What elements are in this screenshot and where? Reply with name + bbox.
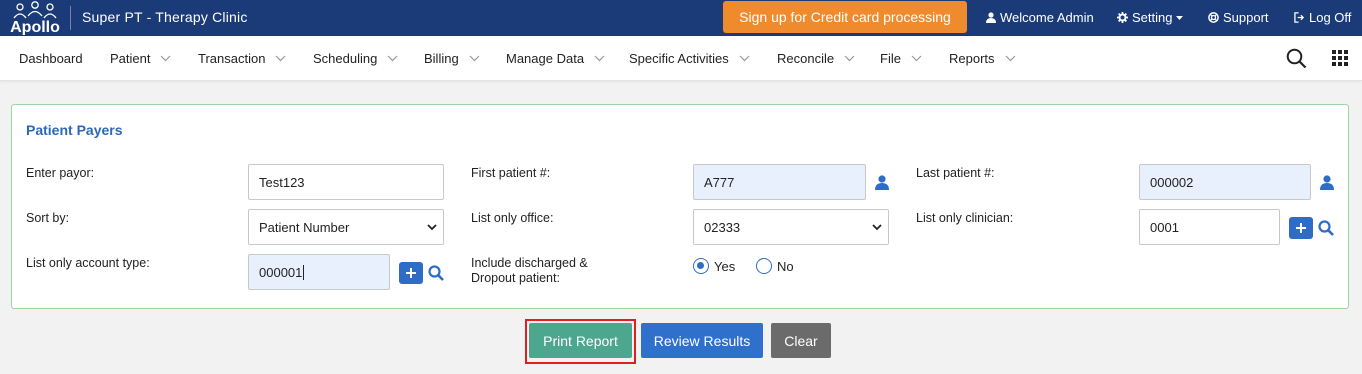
search-account-type-icon[interactable]: [428, 265, 444, 281]
support-label: Support: [1223, 10, 1269, 25]
chevron-down-icon: [161, 55, 171, 62]
enter-payor-input[interactable]: Test123: [248, 164, 444, 200]
nav-label: File: [880, 51, 901, 66]
no-label[interactable]: No: [777, 259, 794, 274]
add-clinician-button[interactable]: [1289, 217, 1313, 239]
discharged-no-radio[interactable]: [756, 258, 772, 274]
chevron-down-icon: [594, 55, 605, 62]
nav-label: Reconcile: [777, 51, 835, 66]
office-select[interactable]: 02333: [693, 209, 889, 245]
nav-label: Reports: [949, 51, 995, 66]
nav-manage-data[interactable]: Manage Data: [506, 51, 605, 66]
nav-billing[interactable]: Billing: [424, 51, 480, 66]
discharged-label: Include discharged & Dropout patient:: [471, 256, 588, 286]
office-value: 02333: [704, 219, 741, 235]
welcome-admin-menu[interactable]: Welcome Admin: [986, 10, 1094, 25]
chevron-down-icon: [1005, 55, 1015, 62]
user-icon: [986, 12, 996, 23]
log-off-link[interactable]: Log Off: [1294, 10, 1351, 25]
logo-divider: [70, 6, 71, 30]
last-patient-label: Last patient #:: [916, 166, 995, 180]
chevron-down-icon: [276, 55, 286, 62]
patient-lookup-icon[interactable]: [1320, 175, 1334, 190]
chevron-down-icon: [872, 223, 882, 230]
yes-label[interactable]: Yes: [714, 259, 735, 274]
nav-label: Transaction: [198, 51, 266, 66]
nav-specific-activities[interactable]: Specific Activities: [629, 51, 750, 66]
setting-menu[interactable]: Setting: [1117, 10, 1184, 25]
welcome-label: Welcome Admin: [1000, 10, 1094, 25]
first-patient-input[interactable]: A777: [693, 164, 866, 200]
chevron-down-icon: [427, 223, 437, 230]
nav-label: Dashboard: [19, 51, 83, 66]
sort-by-value: Patient Number: [259, 219, 350, 235]
last-patient-input[interactable]: 000002: [1139, 164, 1311, 200]
patient-lookup-icon[interactable]: [875, 175, 889, 190]
clinician-input[interactable]: 0001: [1139, 209, 1280, 245]
account-type-label: List only account type:: [26, 256, 150, 270]
add-account-type-button[interactable]: [399, 262, 423, 284]
main-navigation: Dashboard Patient Transaction Scheduling…: [0, 36, 1362, 81]
search-clinician-icon[interactable]: [1318, 220, 1334, 236]
nav-file[interactable]: File: [880, 51, 922, 66]
sort-by-label: Sort by:: [26, 211, 70, 225]
chevron-down-icon: [469, 55, 480, 62]
nav-dashboard[interactable]: Dashboard: [19, 51, 83, 66]
nav-label: Billing: [424, 51, 459, 66]
office-label: List only office:: [471, 211, 554, 225]
nav-patient[interactable]: Patient: [110, 51, 171, 66]
chevron-down-icon: [911, 55, 922, 62]
apps-grid-icon[interactable]: [1332, 50, 1348, 66]
setting-label: Setting: [1132, 10, 1173, 25]
chevron-down-icon: [739, 55, 750, 62]
nav-label: Patient: [110, 51, 151, 66]
chevron-down-icon: [387, 55, 398, 62]
account-type-value: 000001: [259, 264, 303, 280]
plus-icon: [406, 268, 416, 278]
chevron-down-icon: [844, 55, 855, 62]
discharged-label-line1: Include discharged &: [471, 256, 588, 270]
print-report-button[interactable]: Print Report: [529, 323, 632, 358]
credit-card-signup-button[interactable]: Sign up for Credit card processing: [723, 1, 967, 33]
panel-title: Patient Payers: [26, 122, 123, 138]
nav-scheduling[interactable]: Scheduling: [313, 51, 398, 66]
nav-label: Manage Data: [506, 51, 585, 66]
sort-by-select[interactable]: Patient Number: [248, 209, 444, 245]
patient-payers-panel: Patient Payers Enter payor: Test123 Firs…: [11, 104, 1349, 309]
discharged-yes-radio[interactable]: [693, 258, 709, 274]
nav-reconcile[interactable]: Reconcile: [777, 51, 855, 66]
nav-label: Scheduling: [313, 51, 378, 66]
caret-down-icon: [1176, 15, 1184, 20]
nav-transaction[interactable]: Transaction: [198, 51, 286, 66]
sign-out-icon: [1294, 12, 1305, 23]
clinician-label: List only clinician:: [916, 211, 1014, 225]
nav-reports[interactable]: Reports: [949, 51, 1016, 66]
discharged-label-line2: Dropout patient:: [471, 271, 560, 285]
apollo-logo[interactable]: Apollo: [6, 1, 64, 35]
text-cursor: [303, 264, 305, 280]
logo-text: Apollo: [10, 19, 60, 35]
gear-icon: [1117, 12, 1128, 23]
clear-button[interactable]: Clear: [771, 323, 831, 358]
app-title: Super PT - Therapy Clinic: [82, 9, 248, 25]
account-type-input[interactable]: 000001: [248, 254, 390, 290]
logoff-label: Log Off: [1309, 10, 1352, 25]
top-bar: Apollo Super PT - Therapy Clinic Sign up…: [0, 0, 1362, 36]
search-icon[interactable]: [1286, 48, 1307, 69]
support-link[interactable]: Support: [1208, 10, 1269, 25]
lifering-icon: [1208, 12, 1219, 23]
enter-payor-label: Enter payor:: [26, 166, 95, 180]
nav-label: Specific Activities: [629, 51, 729, 66]
plus-icon: [1296, 223, 1306, 233]
first-patient-label: First patient #:: [471, 166, 551, 180]
review-results-button[interactable]: Review Results: [641, 323, 763, 358]
